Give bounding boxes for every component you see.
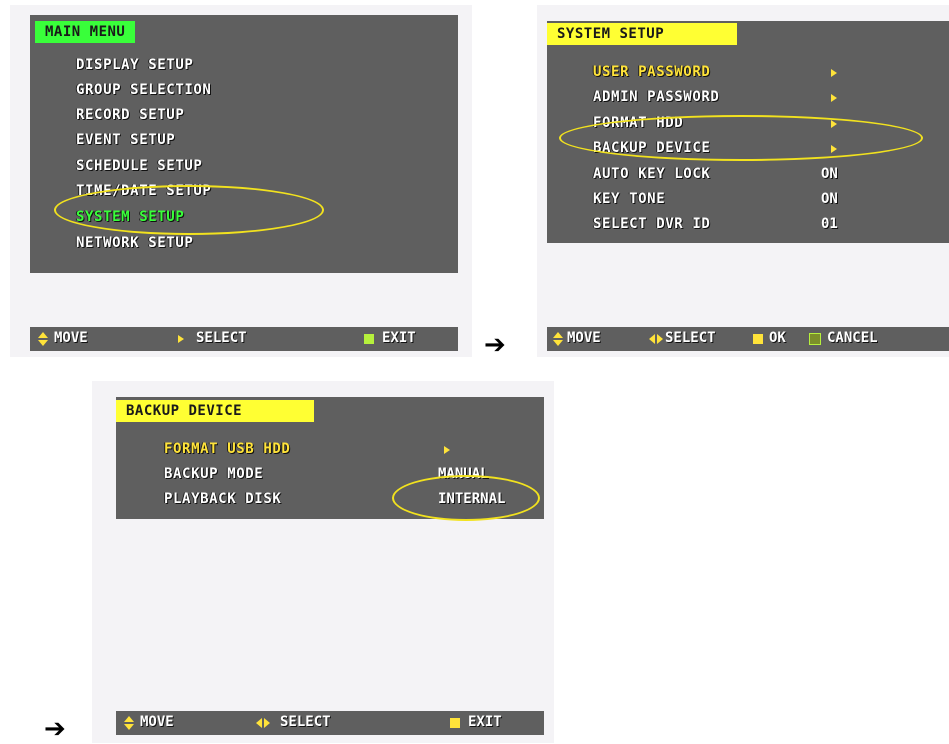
menu-item-playback-disk[interactable]: PLAYBACK DISK <box>164 491 281 507</box>
left-right-arrow-icon <box>649 334 663 344</box>
menu-item-select-dvr-id[interactable]: SELECT DVR ID <box>593 216 710 232</box>
status-exit-label: EXIT <box>382 330 416 346</box>
submenu-arrow-icon <box>831 69 837 77</box>
status-move-label: MOVE <box>140 714 174 730</box>
highlight-ellipse <box>54 185 324 235</box>
up-down-arrow-icon <box>38 332 48 346</box>
select-arrow-icon <box>178 335 184 343</box>
menu-item-key-tone[interactable]: KEY TONE <box>593 191 665 207</box>
status-exit-label: EXIT <box>468 714 502 730</box>
backup-device-status-bar: MOVE SELECT EXIT <box>116 711 544 735</box>
submenu-arrow-icon <box>831 94 837 102</box>
menu-item-backup-mode[interactable]: BACKUP MODE <box>164 466 263 482</box>
status-select-label: SELECT <box>196 330 247 346</box>
menu-item-auto-key-lock[interactable]: AUTO KEY LOCK <box>593 166 710 182</box>
flow-arrow-icon: ➔ <box>44 714 66 744</box>
up-down-arrow-icon <box>553 332 563 346</box>
main-menu-title: MAIN MENU <box>35 21 136 43</box>
left-right-arrow-icon <box>256 718 270 728</box>
exit-square-icon <box>364 334 374 344</box>
main-menu-status-bar: MOVE SELECT EXIT <box>30 327 458 351</box>
auto-key-lock-value[interactable]: ON <box>821 166 838 182</box>
cancel-square-icon <box>809 333 821 345</box>
main-menu-screenshot: MAIN MENU DISPLAY SETUP GROUP SELECTION … <box>10 5 472 357</box>
status-select-label: SELECT <box>665 330 716 346</box>
system-setup-title: SYSTEM SETUP <box>547 23 737 45</box>
submenu-arrow-icon <box>444 446 450 454</box>
status-move-label: MOVE <box>54 330 88 346</box>
menu-item-record-setup[interactable]: RECORD SETUP <box>76 107 184 123</box>
menu-item-network-setup[interactable]: NETWORK SETUP <box>76 235 193 251</box>
dvr-id-value[interactable]: 01 <box>821 216 838 232</box>
backup-device-screenshot: BACKUP DEVICE FORMAT USB HDD BACKUP MODE… <box>92 381 554 743</box>
backup-device-title: BACKUP DEVICE <box>116 400 314 422</box>
status-select-label: SELECT <box>280 714 331 730</box>
flow-arrow-icon: ➔ <box>484 330 506 360</box>
system-setup-screenshot: SYSTEM SETUP USER PASSWORD ADMIN PASSWOR… <box>537 5 949 357</box>
menu-item-admin-password[interactable]: ADMIN PASSWORD <box>593 89 719 105</box>
status-cancel-label: CANCEL <box>827 330 878 346</box>
highlight-ellipse <box>392 475 540 521</box>
menu-item-user-password[interactable]: USER PASSWORD <box>593 64 710 80</box>
menu-item-schedule-setup[interactable]: SCHEDULE SETUP <box>76 158 202 174</box>
menu-item-group-selection[interactable]: GROUP SELECTION <box>76 82 211 98</box>
up-down-arrow-icon <box>124 716 134 730</box>
highlight-ellipse <box>559 115 923 161</box>
menu-item-event-setup[interactable]: EVENT SETUP <box>76 132 175 148</box>
system-setup-status-bar: MOVE SELECT OK CANCEL <box>547 327 949 351</box>
menu-item-display-setup[interactable]: DISPLAY SETUP <box>76 57 193 73</box>
key-tone-value[interactable]: ON <box>821 191 838 207</box>
exit-square-icon <box>450 718 460 728</box>
status-ok-label: OK <box>769 330 786 346</box>
status-move-label: MOVE <box>567 330 601 346</box>
menu-item-format-usb-hdd[interactable]: FORMAT USB HDD <box>164 441 290 457</box>
ok-square-icon <box>753 334 763 344</box>
